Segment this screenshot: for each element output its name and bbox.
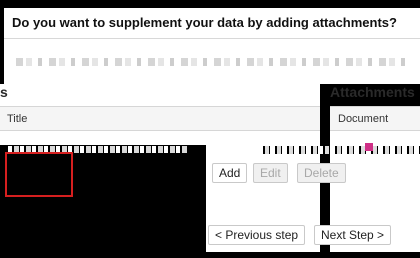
highlight-box	[5, 152, 73, 197]
delete-button[interactable]: Delete	[297, 163, 346, 183]
attachment-question-panel: Do you want to supplement your data by a…	[4, 8, 420, 84]
previous-step-button[interactable]: < Previous step	[208, 225, 306, 245]
attachments-heading: Attachments	[330, 84, 415, 100]
attachments-table-header: Document	[330, 106, 420, 131]
records-heading-fragment: s	[0, 84, 8, 100]
records-table-header: Title	[0, 106, 320, 131]
obscured-description	[16, 58, 408, 66]
title-column-header: Title	[7, 113, 28, 125]
attachment-question: Do you want to supplement your data by a…	[12, 15, 397, 30]
question-divider	[4, 38, 420, 39]
obscured-attachment-row[interactable]	[258, 146, 420, 154]
next-step-button[interactable]: Next Step >	[314, 225, 392, 245]
document-icon	[365, 143, 373, 151]
edit-button[interactable]: Edit	[253, 163, 288, 183]
add-button[interactable]: Add	[212, 163, 248, 183]
document-column-header: Document	[338, 113, 389, 125]
